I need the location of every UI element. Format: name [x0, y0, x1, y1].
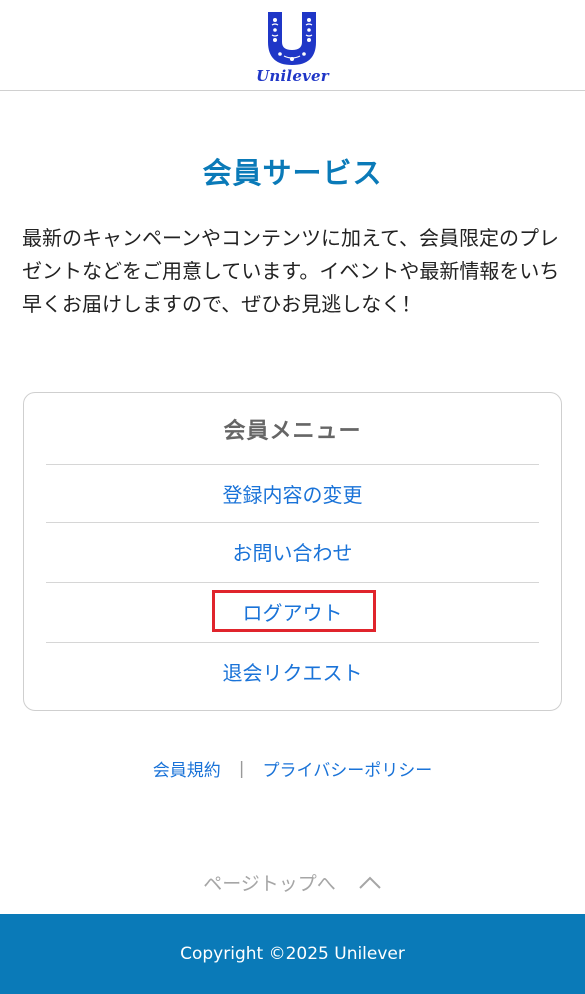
menu-divider [46, 582, 539, 583]
privacy-policy-link[interactable]: プライバシーポリシー [263, 756, 433, 781]
copyright-bar: Copyright ©2025 Unilever [0, 914, 585, 994]
footer-links: 会員規約 | プライバシーポリシー [0, 756, 585, 782]
page-top-label: ページトップへ [203, 873, 336, 895]
site-header: Unilever [0, 0, 585, 91]
unilever-u-icon [268, 12, 317, 65]
chevron-up-icon [359, 876, 381, 889]
intro-text: 最新のキャンペーンやコンテンツに加えて、会員限定のプレゼントなどをご用意していま… [22, 226, 560, 316]
page-title: 会員サービス [202, 156, 383, 190]
menu-item-withdrawal-request[interactable]: 退会リクエスト [46, 657, 539, 686]
member-menu-card: 会員メニュー 登録内容の変更 お問い合わせ ログアウト 退会リクエスト [23, 392, 562, 711]
unilever-logo[interactable]: Unilever [256, 10, 329, 85]
logout-highlight-box [212, 590, 376, 632]
menu-divider [46, 642, 539, 643]
terms-link[interactable]: 会員規約 [153, 756, 221, 781]
menu-item-contact[interactable]: お問い合わせ [46, 537, 539, 566]
menu-divider [46, 464, 539, 465]
copyright-text: Copyright ©2025 Unilever [180, 944, 405, 964]
page: Unilever 会員サービス 最新のキャンペーンやコンテンツに加えて、会員限定… [0, 0, 585, 994]
page-top-button[interactable]: ページトップへ [0, 869, 585, 896]
link-separator: | [238, 758, 245, 779]
menu-item-edit-registration[interactable]: 登録内容の変更 [46, 479, 539, 508]
logo-wordmark: Unilever [256, 67, 329, 85]
menu-divider [46, 522, 539, 523]
member-menu-heading: 会員メニュー [223, 419, 362, 444]
